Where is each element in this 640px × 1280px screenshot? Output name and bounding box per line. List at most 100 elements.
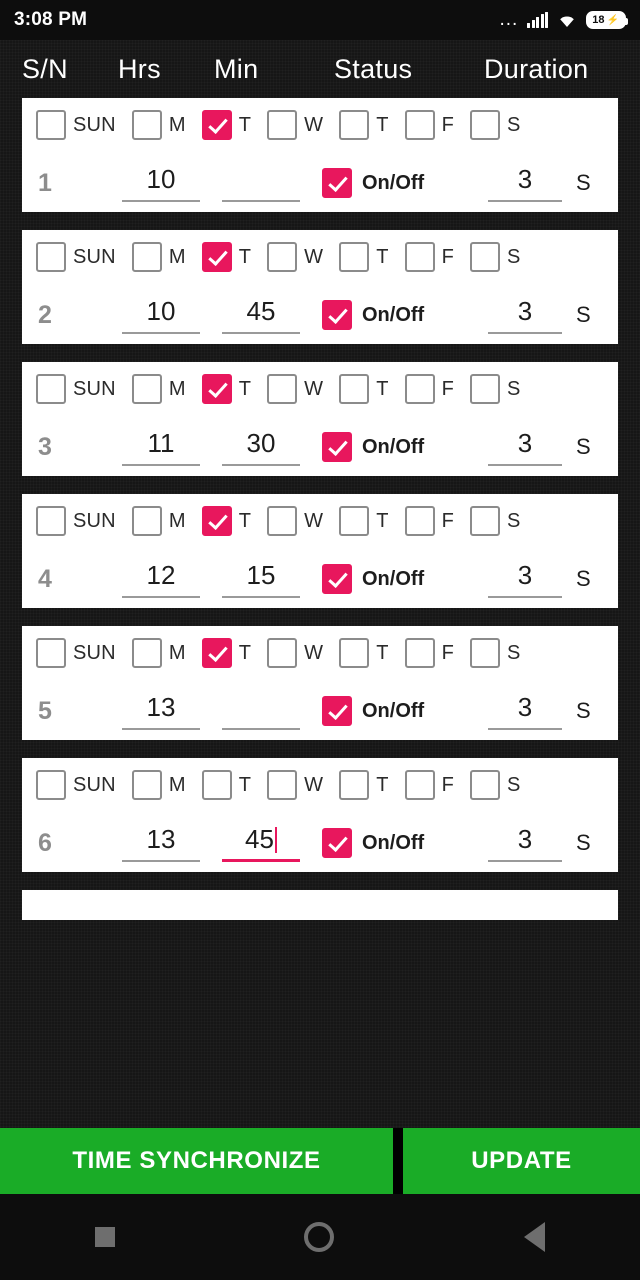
duration-input[interactable]: 3	[488, 296, 562, 334]
status-checkbox[interactable]	[322, 696, 352, 726]
schedule-list[interactable]: SUN M T W T F S 1 10 On/Off 3 S SUN M T W T F S 2 10 45 On/Off…	[0, 98, 640, 1128]
wifi-icon	[557, 12, 577, 28]
day-checkbox[interactable]	[470, 506, 501, 536]
home-circle-icon[interactable]	[304, 1222, 335, 1252]
duration-input[interactable]: 3	[488, 692, 562, 730]
hours-input[interactable]: 11	[122, 428, 200, 466]
day-checkbox[interactable]	[201, 110, 232, 140]
update-button[interactable]: UPDATE	[403, 1128, 640, 1194]
day-checkbox[interactable]	[131, 374, 162, 404]
serial-number: 5	[38, 697, 52, 725]
day-checkbox[interactable]	[201, 638, 232, 668]
day-checkbox[interactable]	[131, 110, 162, 140]
schedule-values-row: 5 13 On/Off 3 S	[36, 674, 604, 730]
day-checkbox[interactable]	[36, 242, 66, 272]
day-label: SUN	[73, 641, 116, 664]
day-checkbox[interactable]	[201, 770, 232, 800]
day-label: T	[238, 773, 252, 796]
day-checkbox[interactable]	[131, 242, 162, 272]
day-checkbox[interactable]	[339, 770, 370, 800]
minutes-input[interactable]: 30	[222, 428, 300, 466]
day-checkbox[interactable]	[470, 770, 501, 800]
overflow-dots-icon: ...	[499, 9, 519, 30]
time-synchronize-button[interactable]: TIME SYNCHRONIZE	[0, 1128, 393, 1194]
app-root: 3:08 PM ... 18 ⚡ S/N Hrs Min Status Durat…	[0, 0, 640, 1280]
day-checkbox-cell: S	[470, 770, 521, 800]
minutes-input[interactable]: 45	[222, 824, 300, 862]
status-checkbox[interactable]	[322, 432, 352, 462]
day-checkbox[interactable]	[339, 110, 370, 140]
day-label: W	[304, 113, 324, 136]
day-checkbox[interactable]	[267, 242, 298, 272]
day-checkbox[interactable]	[470, 242, 501, 272]
hours-input[interactable]: 10	[122, 164, 200, 202]
schedule-card-partial	[22, 890, 618, 920]
day-checkbox[interactable]	[404, 506, 435, 536]
day-checkbox-cell: F	[404, 638, 454, 668]
day-checkbox[interactable]	[267, 638, 298, 668]
day-checkbox[interactable]	[404, 242, 435, 272]
day-checkbox-cell: F	[404, 374, 454, 404]
day-checkbox-cell: M	[131, 506, 186, 536]
day-checkbox[interactable]	[131, 638, 162, 668]
minutes-input[interactable]: 15	[222, 560, 300, 598]
day-checkbox[interactable]	[404, 770, 435, 800]
day-label: T	[376, 113, 389, 136]
day-checkbox[interactable]	[201, 242, 232, 272]
minutes-input[interactable]	[222, 164, 300, 202]
duration-unit-label: S	[576, 434, 591, 459]
status-checkbox[interactable]	[322, 168, 352, 198]
day-checkbox[interactable]	[339, 374, 370, 404]
schedule-card: SUN M T W T F S 3 11 30 On/Off 3 S	[22, 362, 618, 476]
day-checkbox[interactable]	[36, 506, 66, 536]
day-checkbox[interactable]	[36, 374, 66, 404]
status-checkbox[interactable]	[322, 564, 352, 594]
day-checkbox[interactable]	[339, 242, 370, 272]
day-checkbox[interactable]	[339, 638, 370, 668]
day-checkbox[interactable]	[131, 506, 162, 536]
day-label: T	[376, 641, 389, 664]
hours-input[interactable]: 12	[122, 560, 200, 598]
day-checkbox-cell: T	[201, 770, 252, 800]
day-checkbox[interactable]	[470, 638, 501, 668]
day-checkbox[interactable]	[36, 638, 66, 668]
minutes-input[interactable]: 45	[222, 296, 300, 334]
day-label: W	[304, 245, 324, 268]
day-checkbox[interactable]	[404, 110, 435, 140]
day-checkbox-cell: T	[339, 638, 388, 668]
day-checkbox[interactable]	[36, 770, 66, 800]
day-checkbox[interactable]	[36, 110, 66, 140]
day-checkbox[interactable]	[267, 506, 298, 536]
day-checkbox[interactable]	[267, 770, 298, 800]
day-checkbox[interactable]	[267, 110, 298, 140]
status-checkbox[interactable]	[322, 828, 352, 858]
day-label: T	[376, 245, 389, 268]
day-checkbox[interactable]	[470, 374, 501, 404]
recents-square-icon[interactable]	[94, 1227, 115, 1247]
duration-input[interactable]: 3	[488, 164, 562, 202]
day-checkbox[interactable]	[267, 374, 298, 404]
status-cell: On/Off	[322, 828, 482, 862]
duration-input[interactable]: 3	[488, 560, 562, 598]
day-label: T	[238, 377, 252, 400]
day-checkbox[interactable]	[470, 110, 501, 140]
back-triangle-icon[interactable]	[524, 1222, 546, 1252]
minutes-input[interactable]	[222, 692, 300, 730]
day-checkbox[interactable]	[201, 374, 232, 404]
status-cell: On/Off	[322, 432, 482, 466]
header-min: Min	[214, 53, 259, 84]
hours-input[interactable]: 10	[122, 296, 200, 334]
hours-input[interactable]: 13	[122, 824, 200, 862]
duration-input[interactable]: 3	[488, 824, 562, 862]
duration-input[interactable]: 3	[488, 428, 562, 466]
day-checkbox-cell: T	[339, 110, 388, 140]
day-checkbox[interactable]	[131, 770, 162, 800]
day-checkbox[interactable]	[404, 374, 435, 404]
day-checkbox[interactable]	[404, 638, 435, 668]
status-checkbox[interactable]	[322, 300, 352, 330]
hours-input[interactable]: 13	[122, 692, 200, 730]
day-checkbox-cell: S	[470, 242, 521, 272]
day-checkbox[interactable]	[339, 506, 370, 536]
day-checkbox[interactable]	[201, 506, 232, 536]
day-label: W	[304, 509, 324, 532]
